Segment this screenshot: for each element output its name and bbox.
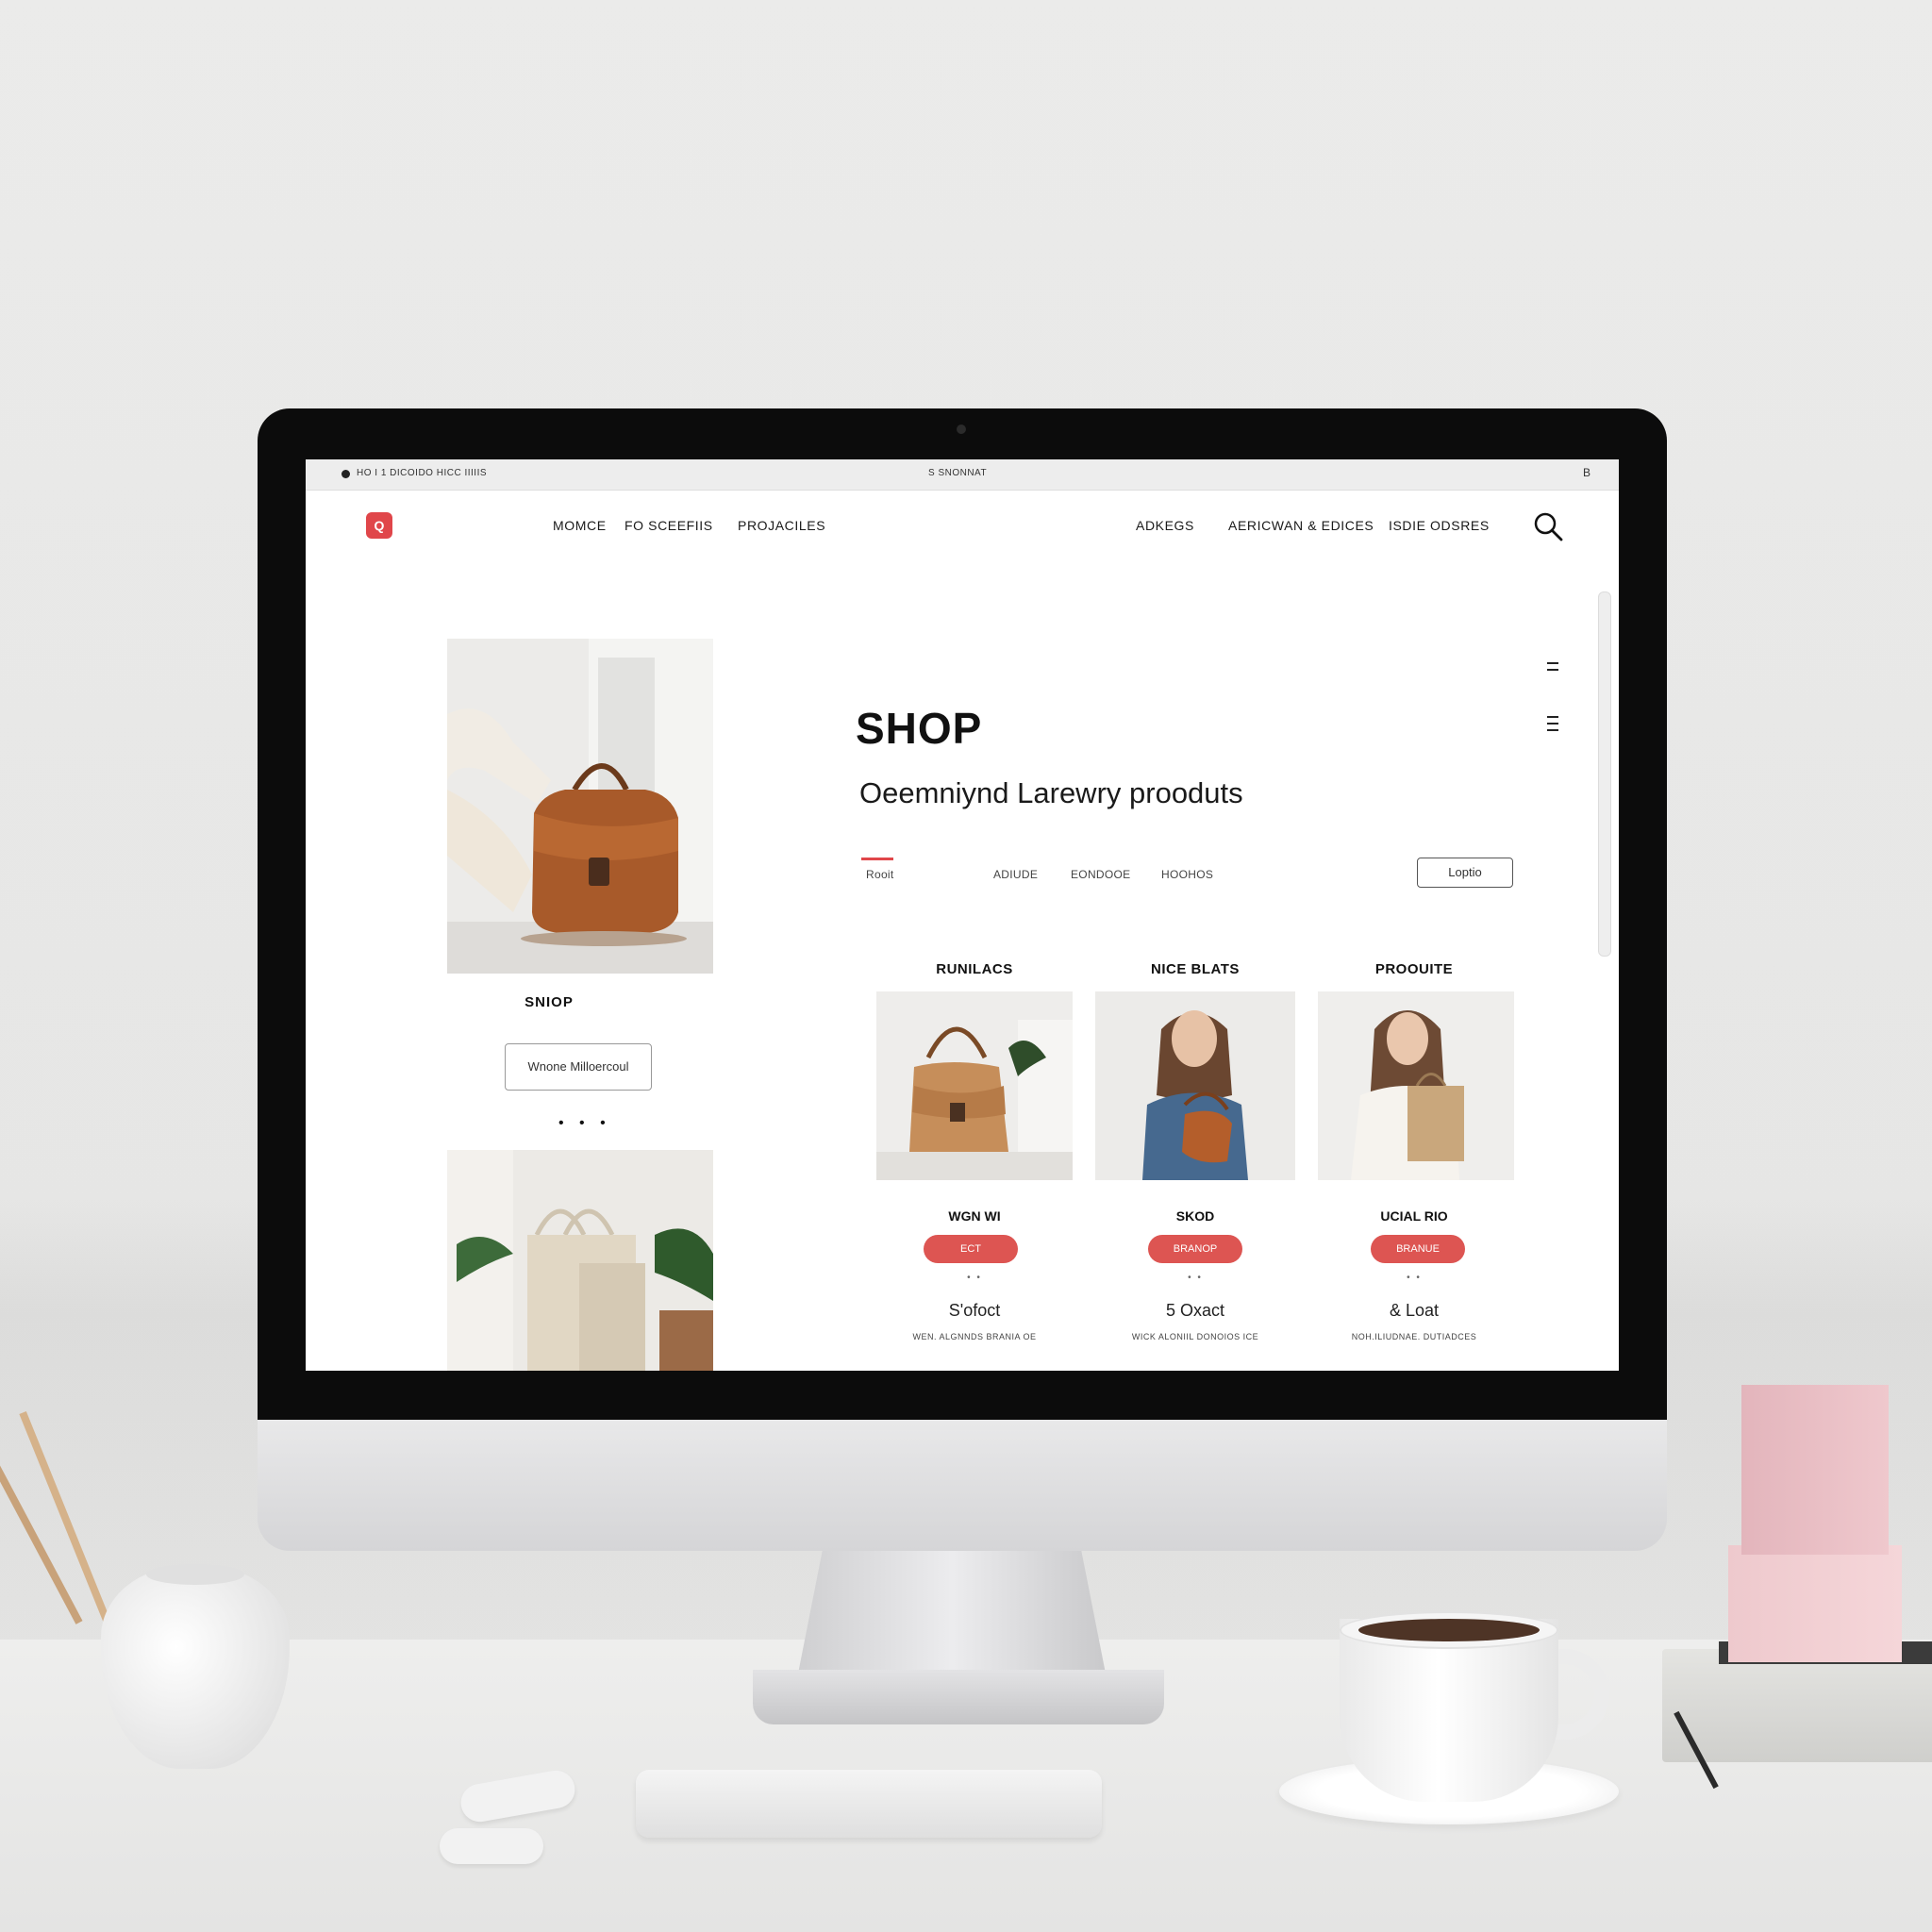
filter-tab-adiude[interactable]: ADIUDE: [993, 868, 1038, 881]
product-rating: • •: [967, 1273, 982, 1283]
product-name: UCIAL RIO: [1380, 1208, 1448, 1224]
login-button[interactable]: Loptio: [1417, 858, 1513, 888]
menu-icon-secondary[interactable]: [1547, 716, 1558, 736]
nav-item-products[interactable]: PROJACILES: [738, 518, 825, 533]
search-icon[interactable]: [1532, 510, 1564, 542]
trackpad[interactable]: [636, 1770, 1102, 1838]
product-rating: • •: [1188, 1273, 1203, 1283]
product-buy-button[interactable]: ECT: [924, 1235, 1018, 1263]
nav-item-features[interactable]: FO SCEEFIIS: [625, 518, 713, 533]
status-dot-icon: [341, 470, 350, 478]
product-description: NOH.ILIUDNAE. DUTIADCES: [1351, 1332, 1477, 1341]
product-price: S'ofoct: [948, 1301, 1001, 1320]
product-buy-button[interactable]: BRANUE: [1371, 1235, 1465, 1263]
nav-item-american-edices[interactable]: AERICWAN & EDICES: [1228, 518, 1374, 533]
product-buy-button[interactable]: BRANOP: [1148, 1235, 1242, 1263]
left-column-button[interactable]: Wnone Milloercoul: [505, 1043, 652, 1091]
product-name: SKOD: [1175, 1208, 1215, 1224]
product-rating: • •: [1407, 1273, 1422, 1283]
page-subtitle: Oeemniynd Larewry prooduts: [859, 776, 1243, 809]
featured-handbag-image[interactable]: [447, 639, 713, 974]
browser-status-bar: HO I 1 DICOIDO HICC IIIIIS S SNONNAT B: [306, 459, 1619, 491]
webcam: [957, 425, 966, 434]
product-title: PROOUITE: [1374, 961, 1454, 977]
coffee: [1358, 1619, 1540, 1641]
product-price: 5 Oxact: [1165, 1301, 1225, 1320]
vase-opening: [146, 1564, 244, 1585]
filter-tab-hoohos[interactable]: HOOHOS: [1161, 868, 1213, 881]
book-stack: [1662, 1649, 1932, 1762]
monitor-stand-neck: [798, 1549, 1106, 1674]
product-title: NICE BLATS: [1151, 961, 1240, 977]
status-right-text: B: [1582, 466, 1591, 479]
logo-glyph: Q: [374, 518, 385, 533]
tote-bag-image[interactable]: [447, 1150, 713, 1371]
active-tab-indicator: [861, 858, 893, 860]
nav-item-address[interactable]: ADKEGS: [1136, 518, 1194, 533]
nav-item-side-orders[interactable]: ISDIE ODSRES: [1389, 518, 1490, 533]
pink-box-tall: [1741, 1385, 1889, 1555]
scrollbar[interactable]: [1598, 591, 1611, 957]
website-screen: HO I 1 DICOIDO HICC IIIIIS S SNONNAT B Q…: [306, 459, 1619, 1371]
featured-handbag-photo: [447, 639, 713, 974]
product-photo-shopping-bag: [1318, 991, 1514, 1180]
product-price: & Loat: [1389, 1301, 1440, 1320]
status-left-text: HO I 1 DICOIDO HICC IIIIIS: [357, 468, 488, 478]
monitor-stand-foot: [753, 1670, 1164, 1724]
menu-icon[interactable]: [1547, 662, 1558, 675]
filter-tab-eondooe[interactable]: EONDOOE: [1071, 868, 1130, 881]
pencil-holder-vase: [101, 1566, 290, 1769]
status-center-text: S SNONNAT: [928, 468, 988, 478]
product-name: WGN WI: [948, 1208, 1001, 1224]
product-title: RUNILACS: [936, 961, 1013, 977]
product-photo-handbag: [876, 991, 1073, 1180]
brand-logo[interactable]: Q: [366, 512, 392, 539]
product-image[interactable]: [876, 991, 1073, 1180]
mouse-secondary[interactable]: [440, 1828, 543, 1864]
tote-bag-photo: [447, 1150, 713, 1371]
pink-box: [1728, 1545, 1902, 1662]
product-image[interactable]: [1318, 991, 1514, 1180]
filter-tab-root[interactable]: Rooit: [866, 868, 894, 881]
left-column-caption: SNIOP: [525, 994, 574, 1010]
product-description: WEN. ALGNNDS BRANIA OE: [912, 1332, 1037, 1341]
product-description: WICK ALONIIL DONOIOS ICE: [1131, 1332, 1259, 1341]
monitor-chin: [258, 1415, 1667, 1551]
product-photo-woman-bag: [1095, 991, 1295, 1180]
carousel-dots[interactable]: • • •: [558, 1115, 611, 1132]
page-title: SHOP: [856, 704, 983, 753]
product-image[interactable]: [1095, 991, 1295, 1180]
nav-item-home[interactable]: MOMCE: [553, 518, 607, 533]
